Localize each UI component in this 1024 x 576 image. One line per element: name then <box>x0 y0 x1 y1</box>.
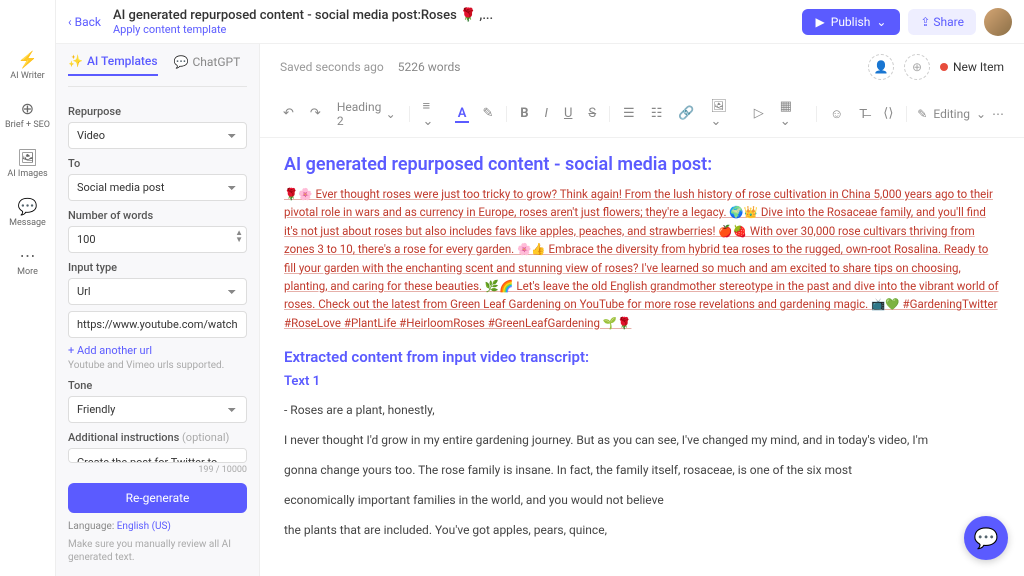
status-dot-icon <box>940 63 948 71</box>
to-select[interactable]: Social media post <box>68 174 247 201</box>
numlist-button[interactable]: ☷ <box>648 104 666 123</box>
rail-message[interactable]: 💬 Message <box>9 197 46 228</box>
social-post-text: 🌹🌸 Ever thought roses were just too tric… <box>284 185 1000 332</box>
apply-template-link[interactable]: Apply content template <box>113 23 493 36</box>
input-type-label: Input type <box>68 261 247 274</box>
rail-brief-seo[interactable]: ⊕ Brief + SEO <box>5 99 50 130</box>
rail-ai-images[interactable]: 🖼 AI Images <box>7 148 47 179</box>
document-body[interactable]: AI generated repurposed content - social… <box>260 138 1024 576</box>
rail-label: Message <box>9 218 46 228</box>
rail-ai-writer[interactable]: ⚡ AI Writer <box>10 50 44 81</box>
font-color-button[interactable]: A <box>455 104 470 123</box>
words-label: Number of words <box>68 209 247 222</box>
page-title: AI generated repurposed content - social… <box>113 8 493 23</box>
rail-label: AI Images <box>7 169 47 179</box>
add-url-link[interactable]: + Add another url <box>68 344 247 357</box>
chat-icon: 💬 <box>974 526 999 550</box>
emoji-button[interactable]: ☺ <box>827 104 846 124</box>
message-icon: 💬 <box>18 197 38 216</box>
list-button[interactable]: ☰ <box>620 104 638 123</box>
link-button[interactable]: 🔗 <box>675 104 697 123</box>
heading-select[interactable]: Heading 2 ⌄ <box>334 98 399 130</box>
tab-ai-templates[interactable]: ✨AI Templates <box>68 54 158 76</box>
repurpose-select[interactable]: Video <box>68 122 247 149</box>
doc-header: Saved seconds ago 5226 words 👤 ⊕ New Ite… <box>260 44 1024 90</box>
back-button[interactable]: ‹ Back <box>68 15 101 29</box>
more-icon: ⋯ <box>19 246 35 265</box>
language-link[interactable]: English (US) <box>117 521 171 532</box>
tone-label: Tone <box>68 379 247 392</box>
transcript-line: I never thought I'd grow in my entire ga… <box>284 431 1000 449</box>
url-input[interactable] <box>68 311 247 338</box>
repurpose-label: Repurpose <box>68 105 247 118</box>
topbar: ‹ Back AI generated repurposed content -… <box>56 0 1024 44</box>
rail-more[interactable]: ⋯ More <box>17 246 38 277</box>
align-button[interactable]: ≡ ⌄ <box>420 96 445 131</box>
instructions-textarea[interactable]: Create the post for Twitter to align wit… <box>68 448 247 463</box>
rail-label: More <box>17 267 38 277</box>
table-button[interactable]: ▦ ⌄ <box>777 97 806 131</box>
transcript-line: gonna change yours too. The rose family … <box>284 461 1000 479</box>
add-person-button[interactable]: 👤 <box>868 54 894 80</box>
input-type-select[interactable]: Url <box>68 278 247 305</box>
transcript-line: - Roses are a plant, honestly, <box>284 401 1000 419</box>
instructions-label: Additional instructions (optional) <box>68 431 247 444</box>
rail-label: AI Writer <box>10 71 44 81</box>
redo-button[interactable]: ↷ <box>307 104 324 123</box>
target-icon: ⊕ <box>21 99 34 118</box>
italic-button[interactable]: I <box>542 104 551 123</box>
editing-mode[interactable]: ✎Editing ⌄ ⋯ <box>917 107 1004 121</box>
char-counter: 199 / 10000 <box>68 465 247 475</box>
strike-button[interactable]: S <box>585 104 599 123</box>
image-icon: 🖼 <box>17 148 37 167</box>
tab-chatgpt[interactable]: 💬ChatGPT <box>174 54 241 76</box>
bold-button[interactable]: B <box>517 104 531 123</box>
share-button[interactable]: ⇪ Share <box>908 9 976 35</box>
rail-label: Brief + SEO <box>5 120 50 130</box>
chat-widget-button[interactable]: 💬 <box>964 516 1008 560</box>
code-button[interactable]: ⟨⟩ <box>880 104 896 123</box>
underline-button[interactable]: U <box>561 104 575 123</box>
doc-subheading-2: Text 1 <box>284 374 1000 389</box>
undo-button[interactable]: ↶ <box>280 104 297 123</box>
icon-rail: ⚡ AI Writer ⊕ Brief + SEO 🖼 AI Images 💬 Mess… <box>0 0 56 576</box>
transcript-line: economically important families in the w… <box>284 491 1000 509</box>
stepper-arrows[interactable]: ▲▼ <box>235 229 243 243</box>
chevron-down-icon: ⌄ <box>876 15 886 29</box>
new-item-status: New Item <box>940 60 1004 74</box>
language-row: Language: English (US) <box>68 521 247 532</box>
sparkle-icon: ✨ <box>68 54 83 68</box>
play-button[interactable]: ▷ <box>751 104 767 123</box>
transcript: - Roses are a plant, honestly, I never t… <box>284 401 1000 539</box>
tone-select[interactable]: Friendly <box>68 396 247 423</box>
regenerate-button[interactable]: Re-generate <box>68 483 247 513</box>
highlight-button[interactable]: ✎ <box>479 104 496 123</box>
clear-button[interactable]: T̶ <box>856 104 870 124</box>
chat-icon: 💬 <box>174 55 189 69</box>
sidebar: ✨AI Templates 💬ChatGPT Repurpose Video T… <box>56 44 260 576</box>
doc-heading: AI generated repurposed content - social… <box>284 154 1000 175</box>
more-icon[interactable]: ⋯ <box>992 107 1004 121</box>
word-count: 5226 words <box>398 60 461 74</box>
words-input[interactable] <box>68 226 247 253</box>
avatar[interactable] <box>984 8 1012 36</box>
editor-toolbar: ↶ ↷ Heading 2 ⌄ ≡ ⌄ A ✎ B I U S ☰ ☷ 🔗 <box>260 90 1024 138</box>
pencil-icon: ✎ <box>917 107 927 121</box>
bolt-icon: ⚡ <box>18 50 38 69</box>
publish-button[interactable]: ▶ Publish ⌄ <box>802 9 901 35</box>
to-label: To <box>68 157 247 170</box>
add-circle-button[interactable]: ⊕ <box>904 54 930 80</box>
image-button[interactable]: 🖼 ⌄ <box>708 97 741 131</box>
chevron-down-icon: ⌄ <box>976 107 986 121</box>
save-status: Saved seconds ago <box>280 60 384 74</box>
review-note: Make sure you manually review all AI gen… <box>68 538 247 564</box>
url-hint: Youtube and Vimeo urls supported. <box>68 360 247 371</box>
transcript-line: the plants that are included. You've got… <box>284 521 1000 539</box>
doc-subheading: Extracted content from input video trans… <box>284 348 1000 366</box>
